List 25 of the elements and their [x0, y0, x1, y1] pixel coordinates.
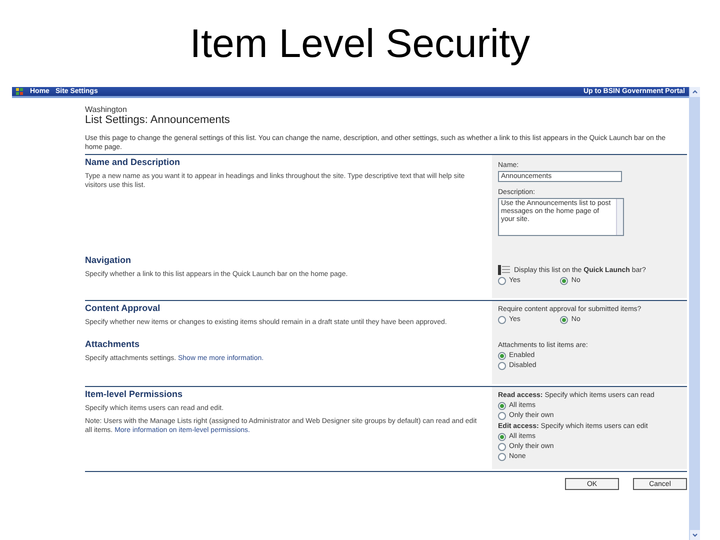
radio-button[interactable]: [498, 402, 506, 410]
radio-button[interactable]: [498, 432, 506, 440]
quick-launch-icon: [498, 265, 510, 275]
radio-button[interactable]: [560, 276, 568, 284]
radio-button[interactable]: [498, 442, 506, 450]
site-logo-icon: [16, 88, 24, 96]
vertical-scrollbar[interactable]: [689, 87, 700, 540]
scrollbar[interactable]: [616, 199, 623, 235]
slide-title: Item Level Security: [190, 20, 530, 68]
section-heading: Name and Description: [85, 157, 182, 168]
section-heading: Item-level Permissions: [85, 389, 184, 400]
page-title: List Settings: Announcements: [85, 114, 231, 127]
section-heading: Navigation: [85, 255, 132, 266]
radio-button[interactable]: [498, 276, 506, 284]
scroll-up-icon[interactable]: [690, 87, 700, 97]
scroll-down-icon[interactable]: [690, 530, 700, 540]
radio-button[interactable]: [560, 316, 568, 324]
radio-button[interactable]: [498, 352, 506, 360]
radio-button[interactable]: [498, 452, 506, 460]
radio-button[interactable]: [498, 316, 506, 324]
section-heading: Attachments: [85, 339, 141, 350]
radio-button[interactable]: [498, 362, 506, 370]
site-name: Washington: [85, 105, 128, 114]
radio-button[interactable]: [498, 412, 506, 420]
section-heading: Content Approval: [85, 303, 162, 314]
